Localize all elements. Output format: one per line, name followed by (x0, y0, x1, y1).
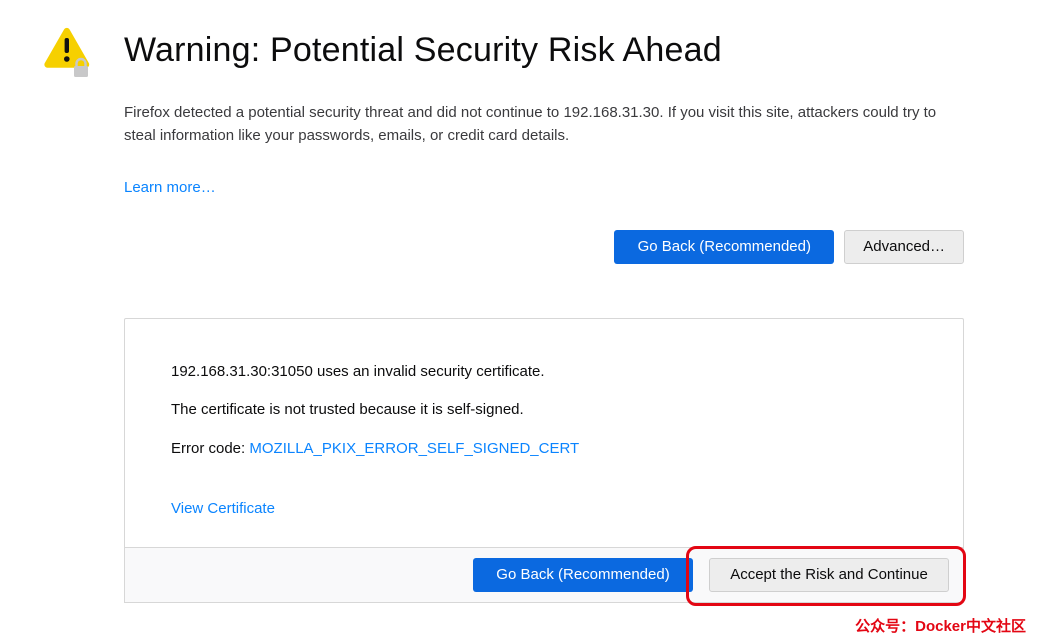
top-button-row: Go Back (Recommended) Advanced… (124, 230, 964, 264)
go-back-button[interactable]: Go Back (Recommended) (614, 230, 834, 264)
page-title: Warning: Potential Security Risk Ahead (124, 30, 722, 71)
accept-risk-button[interactable]: Accept the Risk and Continue (709, 558, 949, 592)
learn-more-link[interactable]: Learn more… (124, 177, 216, 200)
error-code-label: Error code: (171, 440, 249, 457)
advanced-footer: Go Back (Recommended) Accept the Risk an… (124, 547, 964, 603)
error-code-line: Error code: MOZILLA_PKIX_ERROR_SELF_SIGN… (171, 438, 917, 461)
cert-invalid-text: 192.168.31.30:31050 uses an invalid secu… (171, 361, 917, 384)
error-code-link[interactable]: MOZILLA_PKIX_ERROR_SELF_SIGNED_CERT (249, 440, 579, 457)
view-certificate-link[interactable]: View Certificate (171, 498, 275, 521)
advanced-details-panel: 192.168.31.30:31050 uses an invalid secu… (124, 318, 964, 547)
warning-triangle-icon (42, 26, 92, 80)
attribution-text: 公众号：Docker中文社区 (855, 616, 1026, 639)
cert-self-signed-text: The certificate is not trusted because i… (171, 399, 917, 422)
advanced-button[interactable]: Advanced… (844, 230, 964, 264)
warning-description: Firefox detected a potential security th… (124, 102, 964, 147)
go-back-button-footer[interactable]: Go Back (Recommended) (473, 558, 693, 592)
